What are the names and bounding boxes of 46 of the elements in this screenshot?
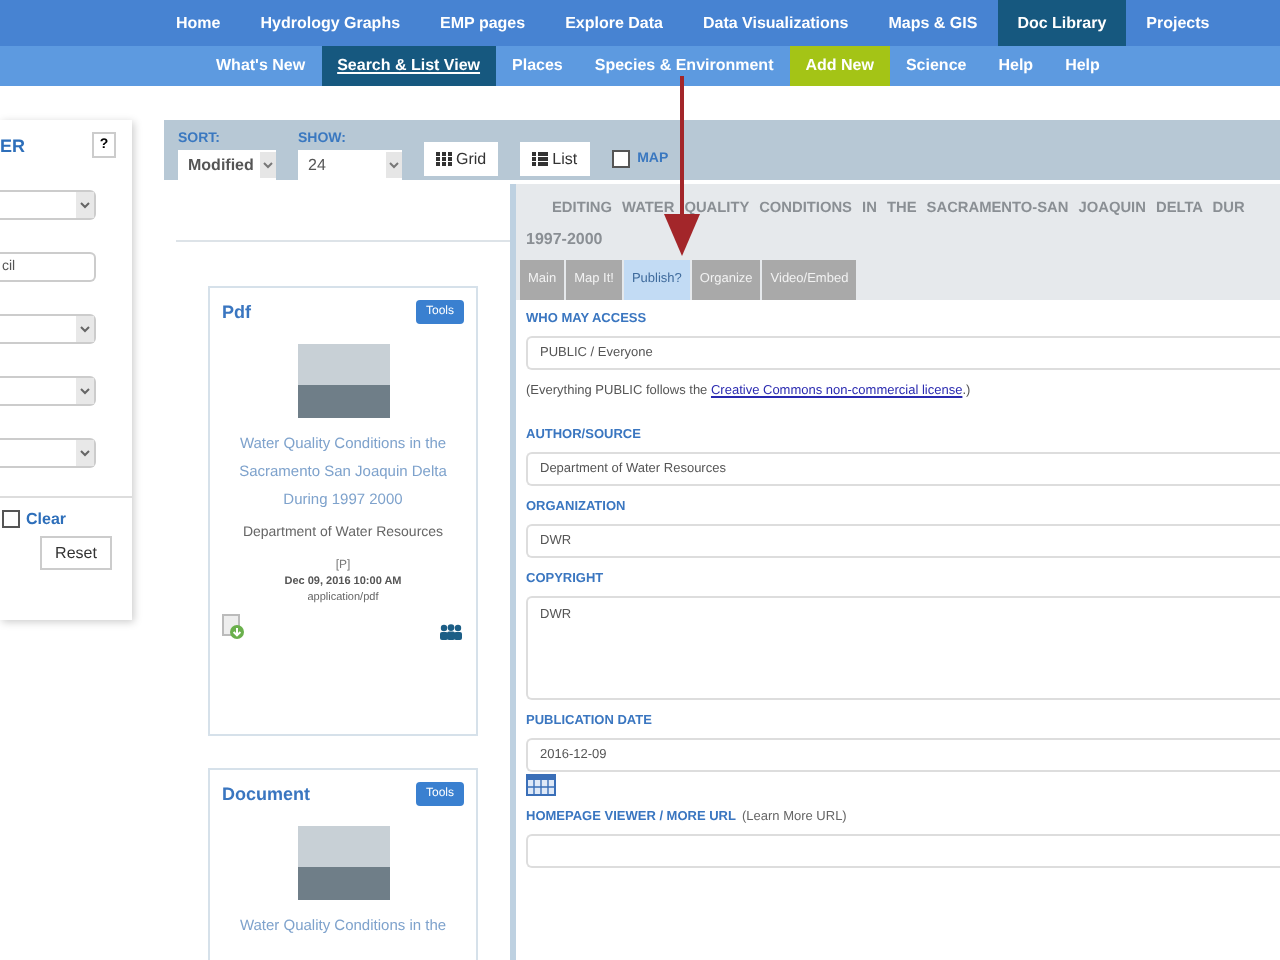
select-field[interactable] xyxy=(0,314,96,344)
calendar-icon[interactable] xyxy=(526,774,556,796)
checkbox[interactable] xyxy=(611,150,630,168)
card-type: Pdf xyxy=(222,302,251,322)
reset-button[interactable]: Reset xyxy=(40,536,112,570)
caret-icon xyxy=(76,440,94,466)
photo-placeholder xyxy=(297,344,389,418)
subnav-link[interactable]: Help xyxy=(1049,46,1116,86)
select-field[interactable] xyxy=(0,190,96,220)
download-icon[interactable] xyxy=(222,614,246,640)
checkbox[interactable] xyxy=(2,510,20,528)
show-select[interactable]: 24 xyxy=(298,150,402,180)
select-field[interactable] xyxy=(0,376,96,406)
photo-placeholder xyxy=(297,826,389,900)
caret-icon xyxy=(260,152,276,178)
grid-icon xyxy=(436,152,452,166)
subnav-link[interactable]: Search & List View xyxy=(321,46,497,86)
subnav-link[interactable]: What's New xyxy=(200,46,322,86)
nav-link[interactable]: Projects xyxy=(1126,0,1230,46)
subnav-link[interactable]: Species & Environment xyxy=(578,46,790,86)
subnav-link[interactable]: Add New xyxy=(789,46,890,86)
input-field[interactable] xyxy=(526,834,1280,868)
list-icon xyxy=(532,152,549,166)
nav-link[interactable]: Data Visualizations xyxy=(682,0,869,46)
card-type: Document xyxy=(222,784,311,804)
nav-link[interactable]: Maps & GIS xyxy=(868,0,998,46)
nav-link[interactable]: EMP pages xyxy=(420,0,546,46)
subnav-link[interactable]: Science xyxy=(889,46,983,86)
clear-link[interactable]: Clear xyxy=(26,510,67,528)
caret-icon xyxy=(76,378,94,404)
nav-link[interactable]: Home xyxy=(156,0,241,46)
caret-icon xyxy=(386,152,402,178)
group-icon[interactable] xyxy=(438,624,464,640)
nav-link[interactable]: Doc Library xyxy=(997,0,1127,46)
editor-title: 1997-2000 xyxy=(526,228,605,252)
caret-icon xyxy=(76,192,94,218)
select-field[interactable] xyxy=(0,438,96,468)
subnav-link[interactable]: Help xyxy=(982,46,1050,86)
sort-select[interactable]: Modified xyxy=(178,150,276,180)
view-button[interactable]: Grid xyxy=(424,142,499,176)
caret-icon xyxy=(76,316,94,342)
subnav-link[interactable]: Places xyxy=(496,46,579,86)
view-button[interactable]: List xyxy=(520,142,590,176)
panel-title: ER xyxy=(0,135,26,155)
nav-link[interactable]: Explore Data xyxy=(545,0,683,46)
nav-link[interactable]: Hydrology Graphs xyxy=(240,0,421,46)
